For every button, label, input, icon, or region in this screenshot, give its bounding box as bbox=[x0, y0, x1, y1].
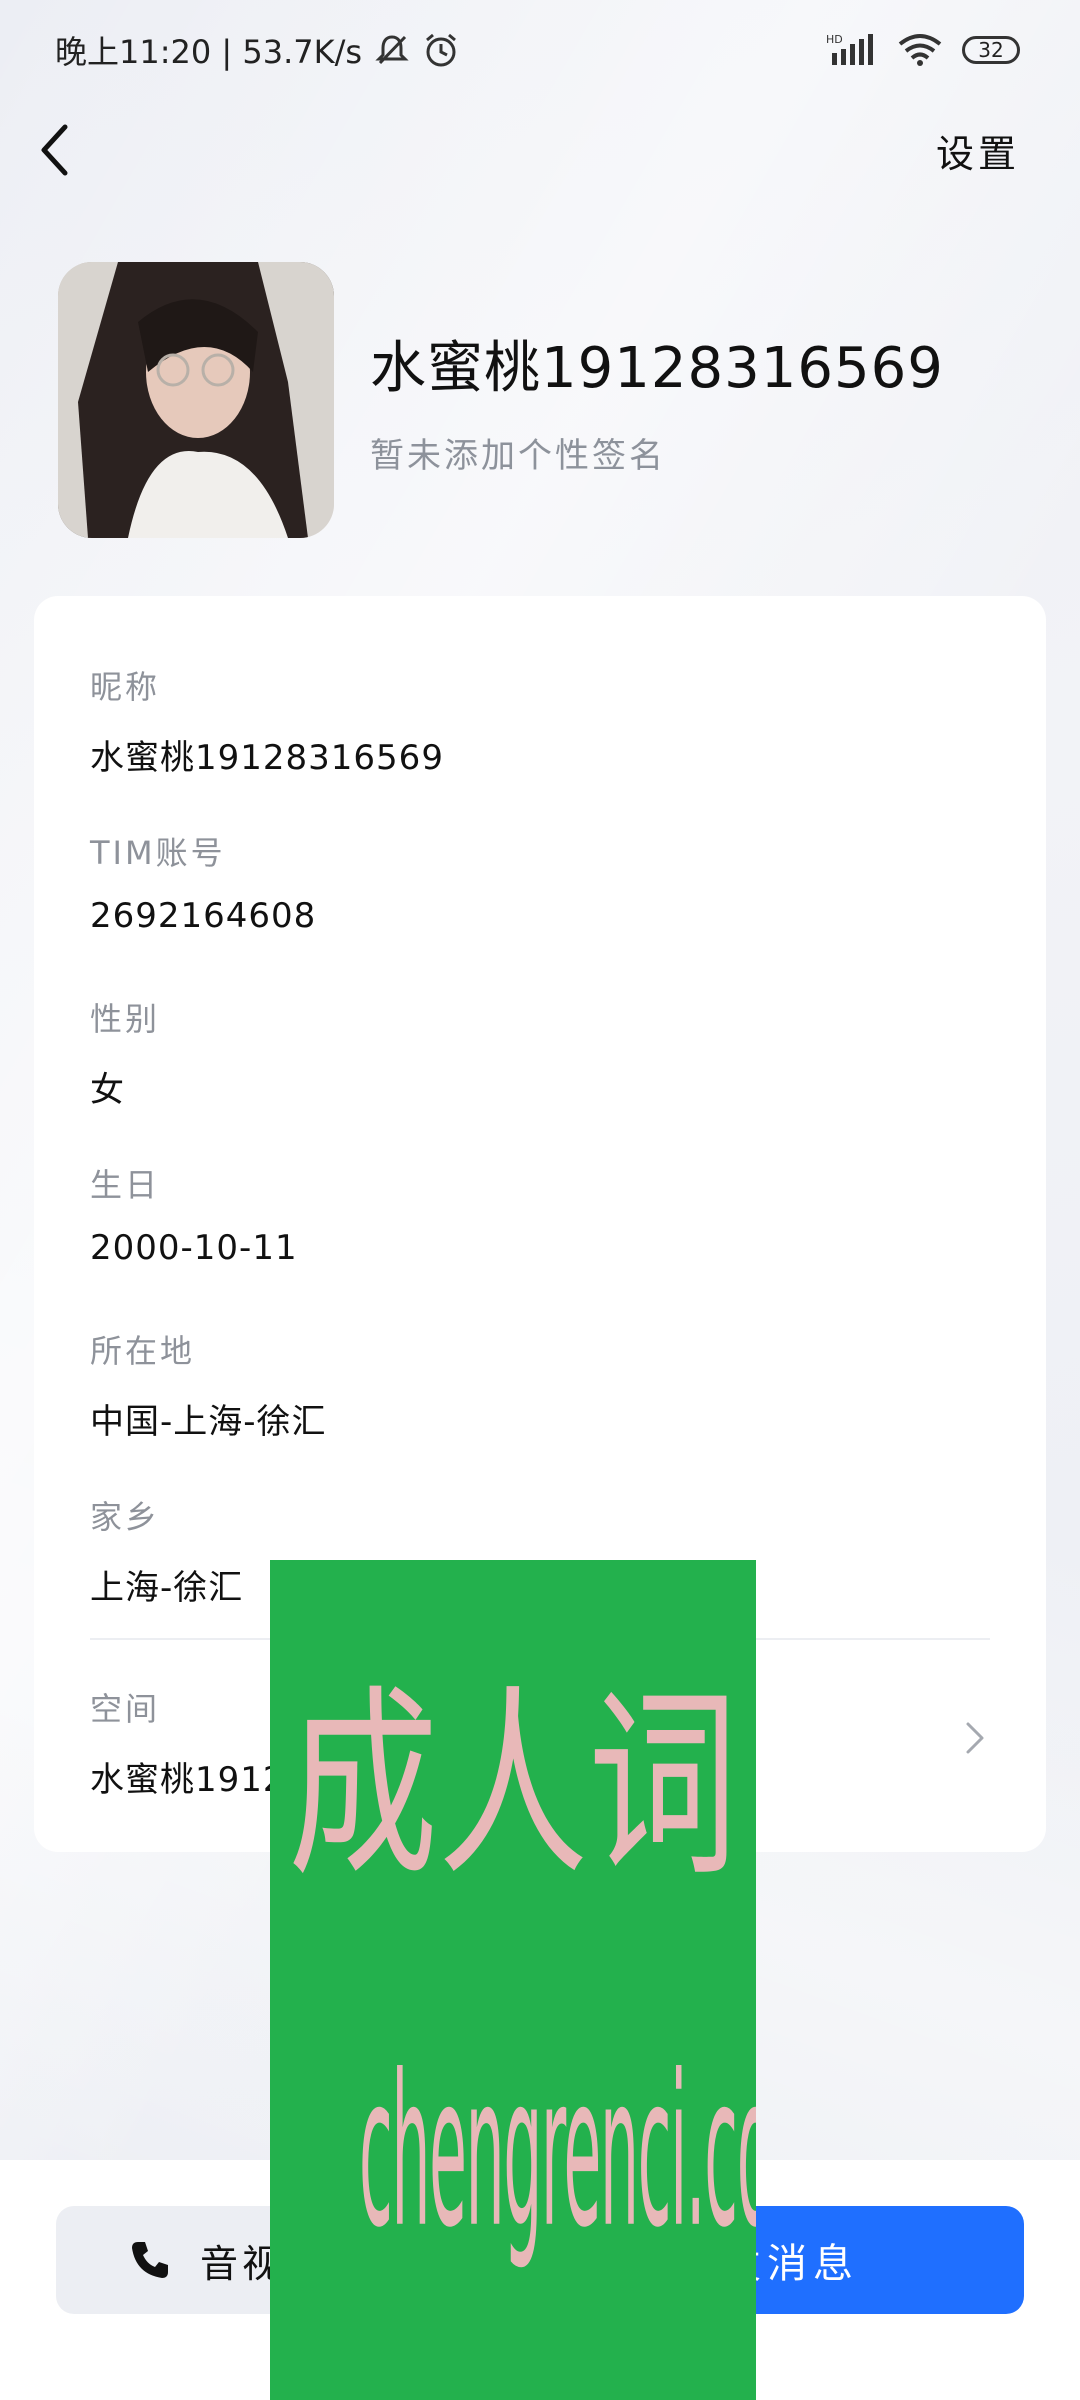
field-birthday: 生日 2000-10-11 bbox=[90, 1160, 990, 1268]
status-time-speed: 晚上11:20 | 53.7K/s bbox=[55, 33, 363, 71]
watermark-text-en: chengrenci.com bbox=[359, 2030, 756, 2274]
top-nav: 设置 bbox=[0, 100, 1080, 200]
field-label: TIM账号 bbox=[90, 834, 226, 872]
watermark-overlay: 成人词 chengrenci.com bbox=[270, 1560, 756, 2400]
chevron-left-icon bbox=[41, 124, 68, 176]
field-value: 水蜜桃19128316569 bbox=[90, 738, 444, 778]
avatar[interactable] bbox=[58, 262, 334, 538]
settings-button[interactable]: 设置 bbox=[936, 123, 1020, 178]
field-value: 2692164608 bbox=[90, 896, 317, 936]
field-label: 家乡 bbox=[90, 1498, 161, 1536]
field-gender: 性别 女 bbox=[90, 994, 990, 1111]
phone-icon bbox=[132, 2242, 168, 2278]
field-location: 所在地 中国-上海-徐汇 bbox=[90, 1326, 990, 1443]
field-label: 所在地 bbox=[90, 1332, 196, 1370]
field-value: 中国-上海-徐汇 bbox=[90, 1402, 327, 1442]
battery-level: 32 bbox=[978, 38, 1004, 62]
chevron-right-icon[interactable] bbox=[960, 1718, 990, 1758]
status-bar: 晚上11:20 | 53.7K/s HD 32 bbox=[0, 0, 1080, 100]
alarm-icon bbox=[426, 33, 457, 67]
field-value: 2000-10-11 bbox=[90, 1228, 298, 1268]
battery-icon: 32 bbox=[962, 36, 1020, 64]
field-tim-account: TIM账号 2692164608 bbox=[90, 828, 990, 936]
field-label: 昵称 bbox=[90, 668, 161, 706]
field-value: 女 bbox=[90, 1070, 125, 1110]
field-label: 性别 bbox=[90, 1000, 161, 1038]
status-left: 晚上11:20 | 53.7K/s bbox=[55, 27, 460, 73]
field-nickname: 昵称 水蜜桃19128316569 bbox=[90, 662, 990, 779]
field-label: 生日 bbox=[90, 1166, 161, 1204]
svg-text:HD: HD bbox=[826, 33, 843, 46]
profile-text: 水蜜桃19128316569 暂未添加个性签名 bbox=[370, 323, 944, 477]
profile-header: 水蜜桃19128316569 暂未添加个性签名 bbox=[58, 262, 1038, 538]
watermark-text-cn: 成人词 bbox=[287, 1669, 738, 1905]
profile-name: 水蜜桃19128316569 bbox=[370, 336, 944, 401]
wifi-icon bbox=[898, 34, 942, 66]
status-right: HD 32 bbox=[826, 32, 1020, 68]
profile-signature: 暂未添加个性签名 bbox=[370, 436, 666, 476]
signal-icon: HD bbox=[826, 33, 873, 65]
avatar-image bbox=[58, 262, 334, 538]
mute-bell-icon bbox=[375, 35, 409, 65]
back-button[interactable] bbox=[24, 110, 84, 190]
